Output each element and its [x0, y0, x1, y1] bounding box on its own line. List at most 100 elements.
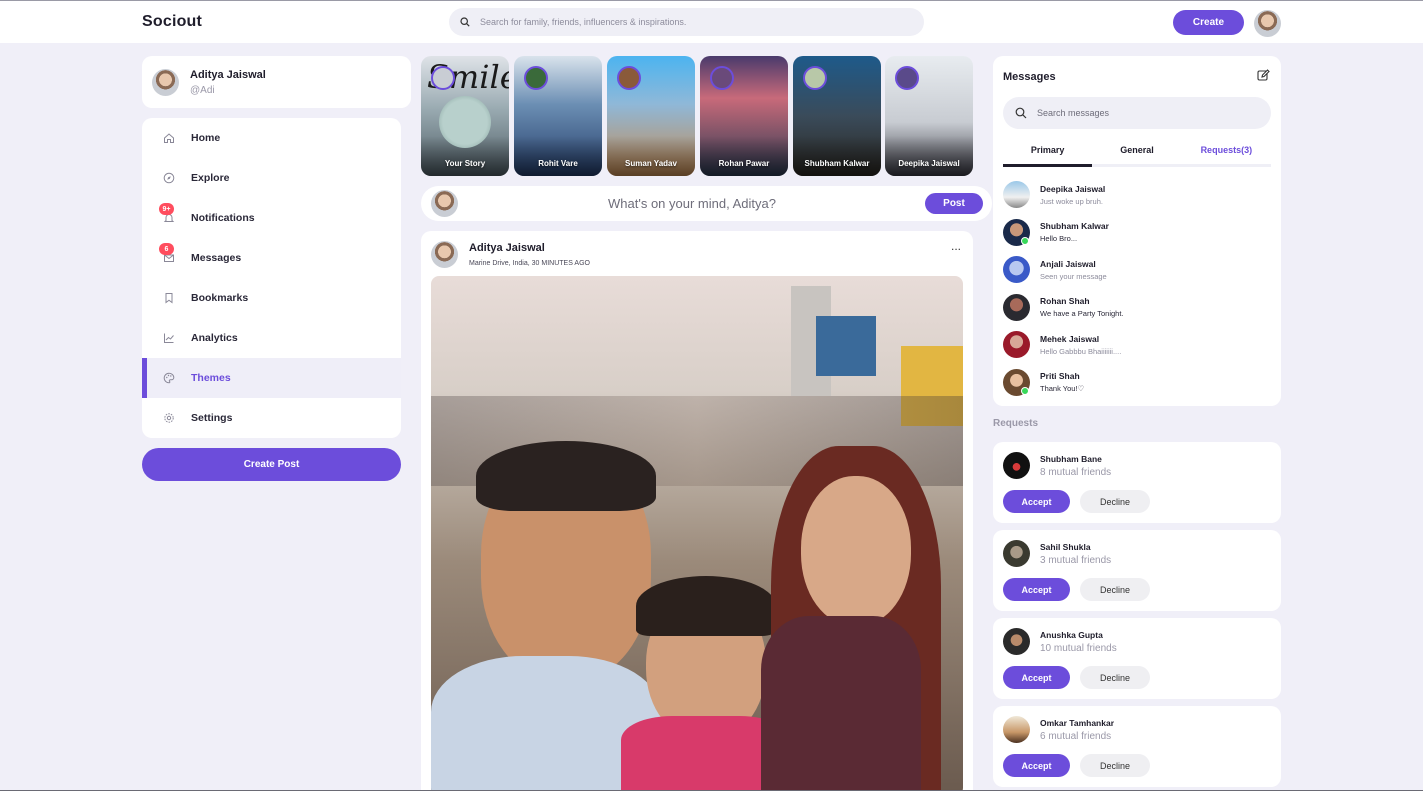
decline-button[interactable]: Decline [1080, 490, 1150, 513]
sidebar-item-messages[interactable]: 6 Messages [142, 238, 401, 278]
request-name[interactable]: Sahil Shukla [1040, 542, 1091, 552]
create-button[interactable]: Create [1173, 10, 1244, 35]
story-name: Rohit Vare [538, 159, 578, 168]
messages-title: Messages [1003, 71, 1056, 83]
mutual-friends: 6 mutual friends [1040, 731, 1112, 742]
composer-input[interactable] [468, 196, 916, 211]
edit-icon[interactable] [1257, 69, 1271, 83]
search-icon [1015, 107, 1027, 119]
message-item[interactable]: Deepika Jaiswal Just woke up bruh. [1003, 176, 1271, 214]
message-preview: Seen your message [1040, 271, 1107, 281]
message-item[interactable]: Mehek Jaiswal Hello Gabbbu Bhaiiiiiii...… [1003, 326, 1271, 364]
sidebar-item-label: Explore [191, 172, 230, 184]
sidebar-item-label: Home [191, 132, 221, 144]
sidebar-item-label: Analytics [191, 332, 238, 344]
message-sender: Mehek Jaiswal [1040, 333, 1100, 344]
notifications-badge: 9+ [159, 203, 174, 215]
stories-strip: Smile Your Story Rohit Vare Suman Yadav … [421, 56, 973, 176]
sidebar-item-label: Settings [191, 412, 233, 424]
post-author-name[interactable]: Aditya Jaiswal [469, 242, 590, 254]
chart-line-icon [162, 331, 176, 345]
tab-primary[interactable]: Primary [1003, 142, 1093, 167]
post-button[interactable]: Post [925, 193, 983, 214]
sidebar-item-settings[interactable]: Settings [142, 398, 401, 438]
request-avatar[interactable] [1003, 716, 1030, 743]
friend-request-card: Omkar Tamhankar 6 mutual friends Accept … [993, 706, 1281, 787]
mail-icon: 6 [159, 243, 176, 265]
accept-button[interactable]: Accept [1003, 754, 1070, 777]
message-preview: Hello Gabbbu Bhaiiiiiii.... [1040, 346, 1122, 356]
sidebar-item-label: Notifications [191, 212, 255, 224]
story-avatar [524, 66, 548, 90]
story-card[interactable]: Rohit Vare [514, 56, 602, 176]
message-sender: Rohan Shah [1040, 296, 1090, 307]
friend-request-card: Shubham Bane 8 mutual friends Accept Dec… [993, 442, 1281, 523]
messages-tabs: Primary General Requests(3) [1003, 142, 1271, 167]
story-name: Suman Yadav [625, 159, 677, 168]
story-avatar [431, 66, 455, 90]
message-item[interactable]: Rohan Shah We have a Party Tonight. [1003, 289, 1271, 327]
story-card[interactable]: Shubham Kalwar [793, 56, 881, 176]
message-item[interactable]: Priti Shah Thank You!♡ [1003, 364, 1271, 402]
sidebar-item-themes[interactable]: Themes [142, 358, 401, 398]
gear-icon [162, 411, 176, 425]
tab-general[interactable]: General [1092, 142, 1181, 164]
request-avatar[interactable] [1003, 452, 1030, 479]
tab-requests[interactable]: Requests(3) [1182, 142, 1271, 164]
accept-button[interactable]: Accept [1003, 666, 1070, 689]
profile-card[interactable]: Aditya Jaiswal @Adi [142, 56, 411, 108]
messages-search-bar[interactable] [1003, 97, 1271, 129]
sidebar-item-label: Messages [191, 252, 242, 264]
mutual-friends: 3 mutual friends [1040, 555, 1112, 566]
mutual-friends: 10 mutual friends [1040, 643, 1117, 654]
post-location-time: Marine Drive, India, 30 MINUTES AGO [469, 260, 590, 267]
post-header: Aditya Jaiswal Marine Drive, India, 30 M… [431, 241, 590, 268]
sidebar-item-home[interactable]: Home [142, 118, 401, 158]
sidebar-item-label: Bookmarks [191, 292, 249, 304]
top-navbar: Sociout Create [0, 1, 1423, 43]
more-options-icon[interactable]: ... [951, 239, 961, 253]
feed-post: Aditya Jaiswal Marine Drive, India, 30 M… [421, 231, 973, 791]
composer-avatar [431, 190, 458, 217]
global-search-input[interactable] [480, 17, 900, 27]
sidebar-menu: Home Explore 9+ Notifications 6 Messages… [142, 118, 401, 438]
story-card[interactable]: Smile Your Story [421, 56, 509, 176]
story-name: Shubham Kalwar [804, 159, 870, 168]
accept-button[interactable]: Accept [1003, 490, 1070, 513]
create-post-button[interactable]: Create Post [142, 448, 401, 481]
decline-button[interactable]: Decline [1080, 666, 1150, 689]
story-card[interactable]: Suman Yadav [607, 56, 695, 176]
request-avatar[interactable] [1003, 628, 1030, 655]
request-avatar[interactable] [1003, 540, 1030, 567]
user-avatar[interactable] [1254, 10, 1281, 37]
global-search-bar[interactable] [449, 8, 924, 36]
home-icon [162, 131, 176, 145]
smiley-image [439, 96, 491, 148]
story-avatar [803, 66, 827, 90]
message-item[interactable]: Shubham Kalwar Hello Bro... [1003, 214, 1271, 252]
decline-button[interactable]: Decline [1080, 754, 1150, 777]
post-author-avatar[interactable] [431, 241, 458, 268]
decline-button[interactable]: Decline [1080, 578, 1150, 601]
sidebar-item-analytics[interactable]: Analytics [142, 318, 401, 358]
friend-request-card: Sahil Shukla 3 mutual friends Accept Dec… [993, 530, 1281, 611]
message-avatar [1003, 293, 1030, 321]
post-photo[interactable] [431, 276, 963, 791]
request-name[interactable]: Omkar Tamhankar [1040, 718, 1114, 728]
palette-icon [162, 371, 176, 385]
requests-heading: Requests [993, 418, 1039, 429]
message-item[interactable]: Anjali Jaiswal Seen your message [1003, 251, 1271, 289]
sidebar-item-bookmarks[interactable]: Bookmarks [142, 278, 401, 318]
sidebar-item-explore[interactable]: Explore [142, 158, 401, 198]
accept-button[interactable]: Accept [1003, 578, 1070, 601]
sidebar-item-notifications[interactable]: 9+ Notifications [142, 198, 401, 238]
message-avatar [1003, 256, 1030, 284]
request-name[interactable]: Shubham Bane [1040, 454, 1102, 464]
story-name: Your Story [444, 159, 486, 168]
request-name[interactable]: Anushka Gupta [1040, 630, 1103, 640]
messages-search-input[interactable] [1037, 108, 1257, 118]
app-logo[interactable]: Sociout [142, 13, 202, 31]
story-card[interactable]: Deepika Jaiswal [885, 56, 973, 176]
story-name: Rohan Pawar [718, 159, 770, 168]
story-card[interactable]: Rohan Pawar [700, 56, 788, 176]
